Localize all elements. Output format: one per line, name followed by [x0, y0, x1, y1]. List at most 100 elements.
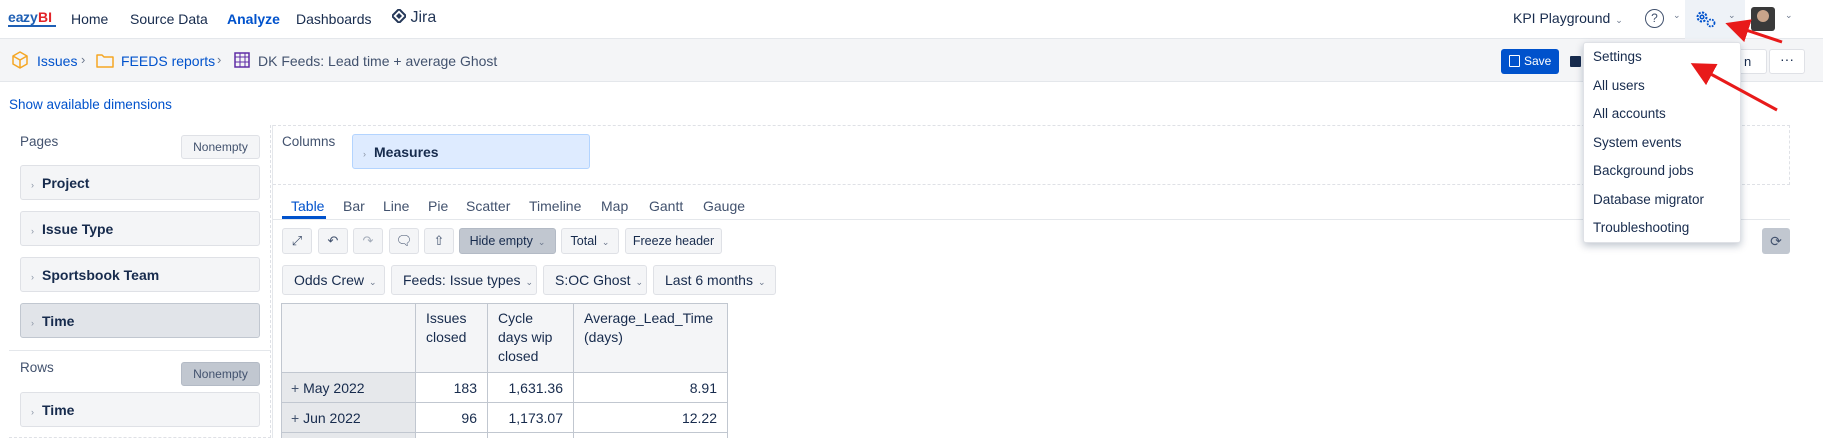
- tab-scatter[interactable]: Scatter: [466, 198, 510, 214]
- chevron-right-icon: ›: [81, 52, 86, 67]
- header-line: closed: [498, 348, 539, 364]
- breadcrumb: Issues › FEEDS reports › DK Feeds: Lead …: [0, 39, 1823, 82]
- page-dimension-issue-type[interactable]: › Issue Type: [20, 211, 260, 246]
- redo-button[interactable]: ↷: [353, 228, 383, 254]
- tab-line[interactable]: Line: [383, 198, 409, 214]
- dimension-label: Sportsbook Team: [42, 267, 160, 283]
- tab-bar[interactable]: Bar: [343, 198, 365, 214]
- tab-pie[interactable]: Pie: [428, 198, 448, 214]
- expand-plus-icon[interactable]: +: [291, 410, 299, 426]
- dimension-label: Measures: [374, 144, 439, 160]
- report-title: DK Feeds: Lead time + average Ghost: [258, 53, 498, 69]
- refresh-button[interactable]: ⟳: [1762, 228, 1790, 254]
- filter-label: Last 6 months: [665, 272, 753, 288]
- menu-item-background-jobs[interactable]: Background jobs: [1593, 163, 1694, 178]
- tab-map[interactable]: Map: [601, 198, 628, 214]
- comments-button[interactable]: 🗨: [389, 228, 419, 254]
- header-line: Issues: [426, 310, 467, 326]
- page-dimension-time[interactable]: › Time: [20, 303, 260, 338]
- table-cell: 1,631.36: [487, 372, 574, 403]
- chevron-down-icon: ⌄: [1673, 10, 1681, 20]
- filter-soc-ghost[interactable]: S:OC Ghost ⌄: [543, 265, 647, 295]
- filter-last-6-months[interactable]: Last 6 months ⌄: [653, 265, 776, 295]
- menu-item-system-events[interactable]: System events: [1593, 135, 1682, 150]
- chevron-down-icon: ⌄: [601, 237, 610, 247]
- logo-text-part2: zy: [23, 9, 38, 25]
- fullscreen-button[interactable]: ⤢: [282, 228, 312, 254]
- header-line: closed: [426, 329, 467, 345]
- row-header-jun-2022[interactable]: + Jun 2022: [281, 402, 416, 433]
- chevron-down-icon: ⌄: [757, 277, 766, 287]
- settings-menu-button[interactable]: ⌄: [1685, 0, 1745, 39]
- row-header-may-2022[interactable]: + May 2022: [281, 372, 416, 403]
- expand-plus-icon[interactable]: +: [291, 380, 299, 396]
- more-options-button[interactable]: ···: [1769, 49, 1805, 74]
- breadcrumb-item-feeds-reports[interactable]: FEEDS reports: [121, 53, 215, 69]
- row-header-partial: [281, 432, 416, 438]
- chevron-right-icon: ›: [31, 407, 34, 417]
- menu-item-all-accounts[interactable]: All accounts: [1593, 106, 1666, 121]
- export-button[interactable]: ⇧: [424, 228, 454, 254]
- table-cell: [487, 432, 574, 438]
- chevron-down-icon: ⌄: [635, 277, 644, 287]
- tab-timeline[interactable]: Timeline: [529, 198, 581, 214]
- page-dimension-sportsbook-team[interactable]: › Sportsbook Team: [20, 257, 260, 292]
- nav-dashboards[interactable]: Dashboards: [296, 11, 372, 27]
- filter-feeds-issue-types[interactable]: Feeds: Issue types ⌄: [391, 265, 537, 295]
- nav-source-data[interactable]: Source Data: [130, 11, 208, 27]
- hide-empty-button[interactable]: Hide empty ⌄: [459, 228, 556, 254]
- table-cell: 183: [415, 372, 488, 403]
- menu-item-settings[interactable]: Settings: [1593, 49, 1642, 64]
- comment-icon: 🗨: [395, 233, 413, 248]
- page-dimension-project[interactable]: › Project: [20, 165, 260, 200]
- table-row: + May 2022 183 1,631.36 8.91: [281, 372, 728, 403]
- filter-label: Feeds: Issue types: [403, 272, 521, 288]
- row-dimension-time[interactable]: › Time: [20, 392, 260, 427]
- nav-home[interactable]: Home: [71, 11, 108, 27]
- tab-table[interactable]: Table: [291, 198, 324, 214]
- menu-item-database-migrator[interactable]: Database migrator: [1593, 192, 1704, 207]
- breadcrumb-item-issues[interactable]: Issues: [37, 53, 77, 69]
- chevron-down-icon: ⌄: [537, 237, 546, 247]
- filter-odds-crew[interactable]: Odds Crew ⌄: [282, 265, 385, 295]
- column-header-average-lead-time[interactable]: Average_Lead_Time (days): [573, 303, 728, 373]
- dimension-label: Time: [42, 313, 75, 329]
- nav-analyze[interactable]: Analyze: [227, 11, 280, 27]
- save-icon: [1570, 56, 1581, 67]
- breadcrumb-link[interactable]: Issues: [37, 53, 77, 69]
- table-cell: 12.22: [573, 402, 728, 433]
- nav-jira[interactable]: Jira: [390, 7, 436, 27]
- chevron-down-icon: ⌄: [1728, 10, 1736, 20]
- help-icon[interactable]: ?: [1645, 9, 1664, 28]
- chevron-right-icon: ›: [217, 52, 222, 67]
- columns-label: Columns: [282, 134, 336, 149]
- tab-gauge[interactable]: Gauge: [703, 198, 745, 214]
- show-available-dimensions-link[interactable]: Show available dimensions: [9, 97, 172, 112]
- eazybi-logo[interactable]: ea zy BI: [8, 6, 56, 30]
- total-button[interactable]: Total ⌄: [561, 228, 619, 254]
- table-row: + Jun 2022 96 1,173.07 12.22: [281, 402, 728, 433]
- table-row: [281, 432, 728, 438]
- total-label: Total: [570, 234, 597, 248]
- freeze-header-button[interactable]: Freeze header: [625, 228, 722, 254]
- table-corner-cell: [281, 303, 416, 373]
- breadcrumb-link[interactable]: FEEDS reports: [121, 53, 215, 69]
- save-icon: [1509, 55, 1520, 67]
- chevron-down-icon: ⌄: [1785, 10, 1793, 20]
- account-switcher[interactable]: KPI Playground ⌄: [1513, 10, 1623, 26]
- rows-nonempty-toggle[interactable]: Nonempty: [181, 362, 260, 386]
- column-header-cycle-days[interactable]: Cycle days wip closed: [487, 303, 574, 373]
- report-table-icon: [234, 52, 250, 68]
- undo-button[interactable]: ↶: [318, 228, 348, 254]
- save-button[interactable]: Save: [1501, 49, 1559, 74]
- pages-nonempty-toggle[interactable]: Nonempty: [181, 135, 260, 159]
- tab-gantt[interactable]: Gantt: [649, 198, 683, 214]
- user-avatar[interactable]: [1751, 7, 1775, 31]
- chevron-down-icon: ⌄: [525, 277, 534, 287]
- column-header-issues-closed[interactable]: Issues closed: [415, 303, 488, 373]
- menu-item-troubleshooting[interactable]: Troubleshooting: [1593, 220, 1689, 235]
- menu-item-all-users[interactable]: All users: [1593, 78, 1645, 93]
- redo-icon: ↷: [362, 233, 374, 248]
- column-dimension-measures[interactable]: › Measures: [352, 134, 590, 169]
- table-cell: 1,173.07: [487, 402, 574, 433]
